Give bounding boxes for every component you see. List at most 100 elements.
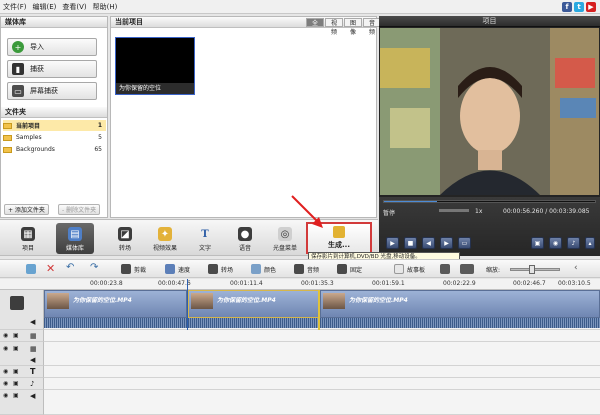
split-icon[interactable] — [26, 264, 36, 274]
trim-button[interactable]: 剪裁 — [121, 264, 146, 274]
capture-button[interactable]: ▮ 捕获 — [7, 60, 97, 78]
play-icon[interactable]: ▶ — [386, 237, 399, 249]
tool-label: 文字 — [198, 245, 211, 252]
clip-thumbnail[interactable]: 为你保留的空位 — [115, 37, 195, 95]
lock-icon[interactable]: ▣ — [13, 345, 19, 352]
facebook-icon[interactable]: f — [562, 2, 572, 12]
playback-status: 暂停 — [383, 210, 396, 217]
menu-help[interactable]: 帮助(H) — [93, 2, 118, 12]
speaker-icon[interactable]: ◀ — [30, 356, 35, 364]
lock-icon[interactable]: ▣ — [13, 380, 19, 387]
film-icon: ▦ — [30, 345, 37, 353]
timeline-clip[interactable]: 为你保留的空位.MP4 — [44, 290, 187, 318]
zoom-label: 缩放: — [486, 267, 501, 274]
folders-title: 文件夹 — [1, 107, 107, 118]
eye-icon[interactable]: ◉ — [3, 368, 8, 375]
zoom-slider-handle[interactable] — [529, 265, 535, 274]
volume-icon[interactable]: ♪ — [567, 237, 580, 249]
track-header: ◉ ▣ T — [0, 366, 44, 378]
delete-folder-button[interactable]: - 删除文件夹 — [58, 204, 101, 215]
monitor-icon[interactable]: ▣ — [531, 237, 544, 249]
tool-text[interactable]: T 文字 — [186, 223, 224, 254]
view-icon[interactable] — [440, 264, 450, 274]
timeline-clip[interactable]: 为你保留的空位.MP4 — [188, 290, 319, 318]
tool-media-library[interactable]: ▤ 媒体库 — [56, 223, 94, 254]
eye-icon[interactable]: ◉ — [3, 392, 8, 399]
red-arrow-annotation — [291, 195, 323, 228]
pin-label: 固定 — [350, 266, 363, 274]
pin-icon — [337, 264, 347, 274]
text-track[interactable] — [44, 366, 600, 378]
close-icon[interactable]: ‹ — [574, 263, 578, 273]
menu-file[interactable]: 文件(F) — [3, 2, 27, 12]
tool-project[interactable]: ▦ 项目 — [9, 223, 47, 254]
tab-image[interactable]: 图像 — [344, 18, 363, 36]
delete-icon[interactable]: ✕ — [46, 262, 55, 275]
snapshot-icon[interactable]: ◉ — [549, 237, 562, 249]
import-button[interactable]: + 导入 — [7, 38, 97, 56]
monitor-icon[interactable] — [460, 264, 474, 274]
overlay-track[interactable] — [44, 342, 600, 366]
playhead[interactable] — [187, 279, 188, 330]
fullscreen-icon[interactable]: ▭ — [458, 237, 471, 249]
previous-icon[interactable]: ◀ — [422, 237, 435, 249]
seek-bar[interactable] — [383, 200, 596, 203]
lock-icon[interactable]: ▣ — [13, 368, 19, 375]
screen-capture-button[interactable]: ▭ 屏幕捕获 — [7, 82, 97, 100]
tab-video[interactable]: 视频 — [325, 18, 344, 36]
video-track[interactable]: 为你保留的空位.MP4 为你保留的空位.MP4 为你保留的空位.MP4 — [44, 279, 600, 330]
speed-slider[interactable] — [439, 209, 469, 212]
chevron-up-icon[interactable]: ▴ — [585, 237, 595, 249]
redo-icon[interactable]: ↷ — [90, 262, 98, 273]
undo-icon[interactable]: ↶ — [66, 262, 74, 273]
timeline-clip[interactable]: 为你保留的空位.MP4 — [320, 290, 600, 318]
speaker-icon[interactable]: ◀ — [30, 318, 35, 326]
storyboard-button[interactable]: 故事板 — [394, 264, 425, 274]
folder-name: Samples — [16, 134, 42, 141]
zoom-slider[interactable] — [510, 265, 560, 274]
folder-current-project[interactable]: 当前项目 1 — [3, 120, 106, 131]
tool-voiceover[interactable]: ● 语音 — [226, 223, 264, 254]
lock-icon[interactable]: ▣ — [13, 392, 19, 399]
folder-backgrounds[interactable]: Backgrounds 65 — [3, 144, 106, 155]
filter-tabs: 全部 视频 图像 音频 — [306, 18, 382, 36]
music-track[interactable] — [44, 378, 600, 390]
video-track-header: ◀ — [0, 290, 44, 330]
track-header: ◉ ▣ ♪ — [0, 378, 44, 390]
film-icon — [10, 296, 24, 310]
ruler-tick: 00:03:10.5 — [558, 280, 591, 287]
playback-controls: 暂停 1x 00:00:56.260 / 00:03:39.085 ▶ ■ ◀ … — [379, 197, 600, 256]
audio-waveform — [44, 318, 600, 328]
twitter-icon[interactable]: t — [574, 2, 584, 12]
eye-icon[interactable]: ◉ — [3, 332, 8, 339]
tool-video-effects[interactable]: ✦ 视频效果 — [146, 223, 184, 254]
folder-samples[interactable]: Samples 5 — [3, 132, 106, 143]
ruler-tick: 00:00:47.6 — [158, 280, 191, 287]
stop-icon[interactable]: ■ — [404, 237, 417, 249]
audio-button[interactable]: 音频 — [294, 264, 319, 274]
tool-label: 媒体库 — [65, 245, 84, 252]
lock-icon[interactable]: ▣ — [13, 332, 19, 339]
menu-view[interactable]: 查看(V) — [62, 2, 86, 12]
storyboard-icon — [394, 264, 404, 274]
tool-transitions[interactable]: ◪ 转场 — [106, 223, 144, 254]
eye-icon[interactable]: ◉ — [3, 380, 8, 387]
folder-icon — [3, 146, 12, 153]
next-icon[interactable]: ▶ — [440, 237, 453, 249]
speed-button[interactable]: 速度 — [165, 264, 190, 274]
capture-label: 捕获 — [30, 65, 44, 73]
transition-icon: ◪ — [118, 227, 132, 241]
produce-icon — [333, 226, 345, 238]
color-button[interactable]: 颜色 — [251, 264, 276, 274]
tab-all[interactable]: 全部 — [306, 18, 325, 36]
eye-icon[interactable]: ◉ — [3, 345, 8, 352]
transition-label: 转场 — [221, 266, 234, 274]
effects-icon: ✦ — [158, 227, 172, 241]
pin-button[interactable]: 固定 — [337, 264, 362, 274]
menu-edit[interactable]: 编辑(E) — [33, 2, 57, 12]
transition-button[interactable]: 转场 — [208, 264, 233, 274]
add-folder-button[interactable]: + 添加文件夹 — [4, 204, 49, 215]
overlay-track[interactable] — [44, 330, 600, 342]
audio-track[interactable] — [44, 390, 600, 415]
youtube-icon[interactable]: ▶ — [586, 2, 596, 12]
